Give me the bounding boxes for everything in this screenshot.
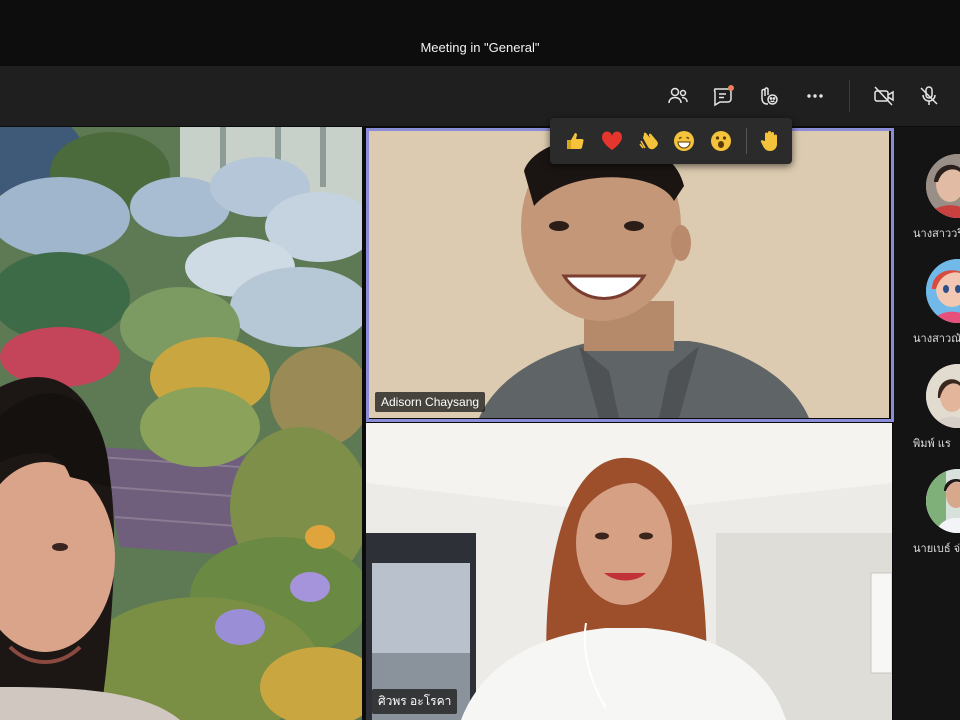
chat-button[interactable]	[707, 80, 739, 112]
laughing-face-icon	[674, 131, 694, 151]
video-tile-garden[interactable]	[0, 127, 362, 720]
heart-icon	[601, 131, 623, 150]
participant-strip: นางสาววริ นางสาวณั พิมพ์ แร นายเบธ์ จ่	[893, 127, 960, 720]
participant-name: พิมพ์ แร	[913, 438, 951, 450]
meeting-title: Meeting in "General"	[420, 40, 540, 55]
participant-name: นางสาวณั	[913, 333, 960, 345]
video-tile-adisorn[interactable]: Adisorn Chaysang	[369, 131, 889, 418]
participant-name-label: ศิวพร อะโรคา	[372, 689, 458, 714]
participant-thumbnail[interactable]: นางสาววริ	[893, 154, 960, 254]
reactions-popup	[550, 118, 792, 164]
participants-button[interactable]	[662, 80, 694, 112]
participant-name: นายเบธ์ จ่	[913, 543, 960, 555]
meeting-toolbar	[0, 66, 960, 126]
avatar	[926, 154, 960, 218]
more-button[interactable]	[799, 80, 831, 112]
video-tile-siwaporn[interactable]: ศิวพร อะโรคา	[366, 423, 892, 720]
surprised-face-icon	[711, 131, 731, 151]
participant-name-label: Adisorn Chaysang	[375, 392, 486, 412]
clapping-hands-icon	[639, 132, 658, 150]
participant-thumbnail[interactable]: นายเบธ์ จ่	[893, 469, 960, 569]
title-bar: Meeting in "General"	[0, 0, 960, 66]
raise-hand-reaction[interactable]	[757, 128, 783, 154]
adisorn-video-feed	[369, 131, 889, 418]
surprised-reaction[interactable]	[708, 128, 734, 154]
camera-off-icon	[874, 86, 894, 106]
camera-button[interactable]	[868, 80, 900, 112]
participant-thumbnail[interactable]: พิมพ์ แร	[893, 364, 960, 464]
applause-reaction[interactable]	[636, 128, 662, 154]
toolbar-divider	[849, 80, 850, 112]
reactions-button[interactable]	[752, 80, 784, 112]
raised-hand-icon	[760, 131, 777, 151]
mic-off-icon	[920, 86, 938, 105]
laugh-reaction[interactable]	[671, 128, 697, 154]
like-reaction[interactable]	[562, 128, 588, 154]
reactions-divider	[746, 128, 747, 154]
avatar	[926, 259, 960, 323]
more-icon	[807, 94, 823, 98]
siwaporn-video-feed	[366, 423, 892, 720]
avatar	[926, 469, 960, 533]
garden-video-feed	[0, 127, 362, 720]
participants-icon	[668, 87, 688, 104]
thumbs-up-icon	[567, 133, 584, 150]
participant-thumbnail[interactable]: นางสาวณั	[893, 259, 960, 359]
avatar	[926, 364, 960, 428]
reactions-icon	[761, 87, 778, 105]
chat-icon	[713, 85, 734, 107]
mic-button[interactable]	[913, 80, 945, 112]
participant-name: นางสาววริ	[913, 228, 960, 240]
heart-reaction[interactable]	[599, 128, 625, 154]
